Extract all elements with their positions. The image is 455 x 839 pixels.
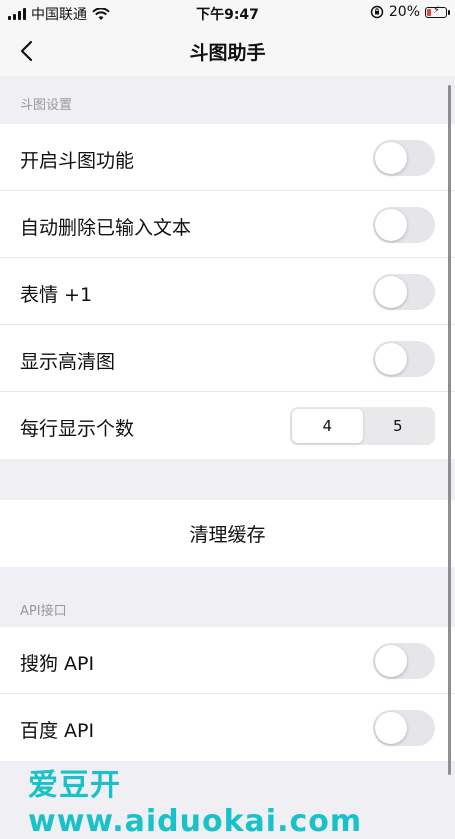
hd-toggle[interactable] xyxy=(373,341,435,377)
navigation-bar: 斗图助手 xyxy=(0,26,455,76)
api-row-baidu: 百度 API xyxy=(0,694,455,761)
watermark-text: 爱豆开www.aiduokai.com xyxy=(28,768,363,839)
settings-group: 开启斗图功能 自动删除已输入文本 表情 +1 显示高清图 每行显示个数 4 5 xyxy=(0,124,455,459)
setting-label: 表情 +1 xyxy=(20,284,93,306)
api-row-sogou: 搜狗 API xyxy=(0,627,455,694)
status-right: 20% ⚡ xyxy=(370,4,450,20)
section-header-api: API接口 xyxy=(20,604,67,619)
setting-row-auto-delete: 自动删除已输入文本 xyxy=(0,191,455,258)
api-group: 搜狗 API 百度 API xyxy=(0,627,455,761)
setting-label: 开启斗图功能 xyxy=(20,150,135,172)
battery-percent: 20% xyxy=(388,4,420,20)
battery-icon: ⚡ xyxy=(425,5,450,18)
orientation-lock-icon xyxy=(370,5,384,19)
sogou-api-toggle[interactable] xyxy=(373,643,435,679)
setting-row-per-row: 每行显示个数 4 5 xyxy=(0,392,455,459)
emoji-plus-toggle[interactable] xyxy=(373,274,435,310)
setting-label: 每行显示个数 xyxy=(20,418,135,440)
setting-row-emoji-plus: 表情 +1 xyxy=(0,258,455,325)
per-row-segmented-control: 4 5 xyxy=(290,407,435,445)
baidu-api-toggle[interactable] xyxy=(373,710,435,746)
scrollbar[interactable] xyxy=(448,85,451,775)
status-bar: 中国联通 下午9:47 20% ⚡ xyxy=(0,0,455,26)
enable-toggle[interactable] xyxy=(373,140,435,176)
setting-row-enable: 开启斗图功能 xyxy=(0,124,455,191)
api-label: 搜狗 API xyxy=(20,653,95,675)
per-row-option-4[interactable]: 4 xyxy=(292,409,363,443)
section-header-settings: 斗图设置 xyxy=(20,98,73,113)
per-row-option-5[interactable]: 5 xyxy=(363,409,434,443)
auto-delete-toggle[interactable] xyxy=(373,207,435,243)
setting-row-hd: 显示高清图 xyxy=(0,325,455,392)
clear-cache-button[interactable]: 清理缓存 xyxy=(0,500,455,567)
setting-label: 自动删除已输入文本 xyxy=(20,217,192,239)
api-label: 百度 API xyxy=(20,720,95,742)
page-title: 斗图助手 xyxy=(189,42,266,64)
setting-label: 显示高清图 xyxy=(20,351,116,373)
